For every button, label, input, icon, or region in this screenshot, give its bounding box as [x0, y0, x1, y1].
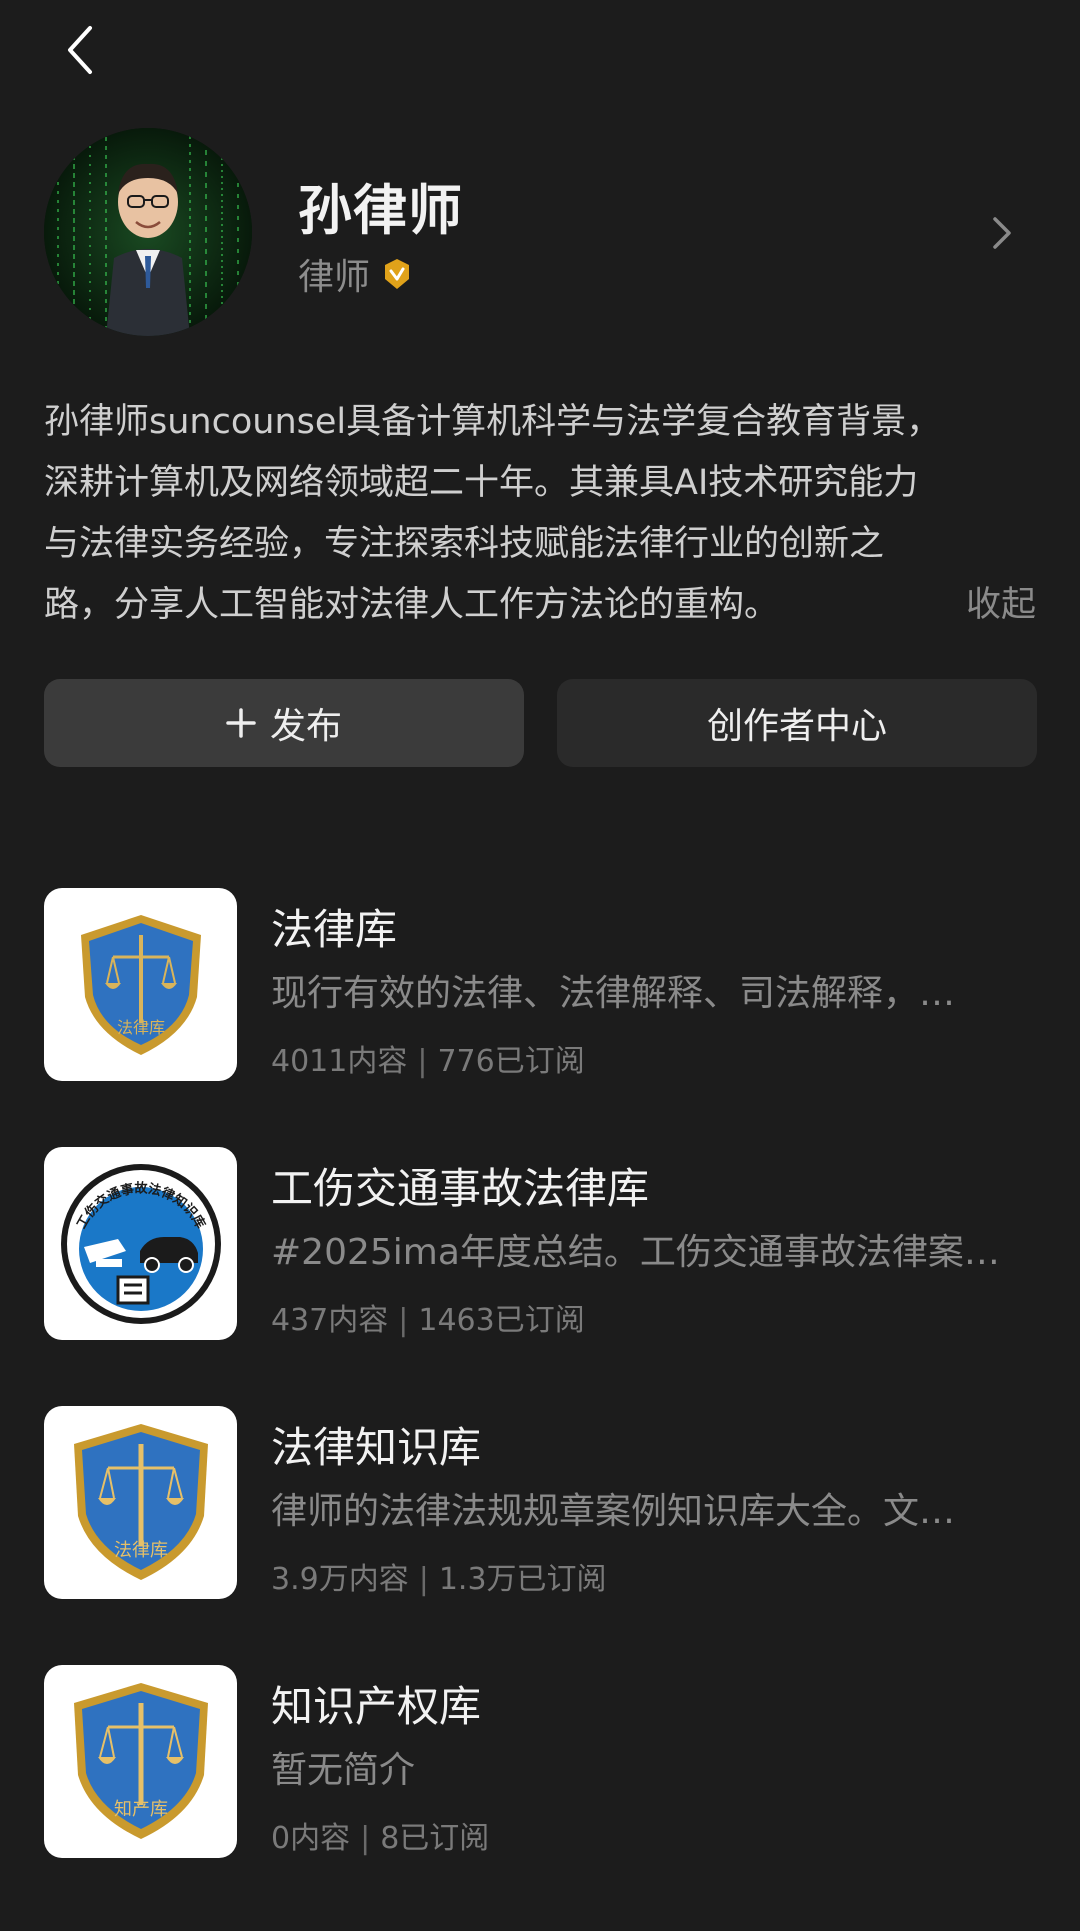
kb-title: 法律知识库: [271, 1423, 482, 1472]
kb-subscriber-count: 1.3万已订阅: [438, 1562, 607, 1597]
role-row: 律师: [298, 248, 414, 300]
kb-content-count: 4011内容: [271, 1044, 408, 1079]
chevron-right-icon[interactable]: [982, 208, 1022, 258]
list-item[interactable]: 知产库 知识产权库 暂无简介 0内容 | 8已订阅: [44, 1665, 1036, 1859]
kb-title: 法律库: [271, 905, 398, 954]
profile-role: 律师: [298, 257, 371, 298]
kb-description: 暂无简介: [271, 1750, 416, 1791]
list-item[interactable]: 法律库 法律库 现行有效的法律、法律解释、司法解释，… 4011内容 | 776已订…: [44, 888, 1036, 1082]
stats-separator: |: [418, 1562, 429, 1597]
back-button[interactable]: [50, 20, 110, 80]
creator-center-button[interactable]: 创作者中心: [557, 679, 1037, 767]
kb-subscriber-count: 1463已订阅: [418, 1303, 585, 1338]
verified-badge-icon: [385, 259, 410, 289]
shield-scales-icon: 知产库: [44, 1665, 237, 1858]
svg-text:法律库: 法律库: [114, 1540, 168, 1561]
stats-separator: |: [398, 1303, 409, 1338]
kb-title: 知识产权库: [271, 1682, 482, 1731]
creator-center-label: 创作者中心: [706, 706, 887, 747]
kb-stats: 437内容 | 1463已订阅: [271, 1295, 585, 1339]
avatar[interactable]: [44, 128, 252, 336]
shield-scales-icon: 法律库: [44, 888, 237, 1081]
traffic-injury-badge-icon: 工伤交通事故法律知识库: [44, 1147, 237, 1340]
stats-separator: |: [417, 1044, 428, 1079]
kb-subscriber-count: 776已订阅: [437, 1044, 585, 1079]
kb-stats: 3.9万内容 | 1.3万已订阅: [271, 1554, 607, 1598]
kb-content-count: 0内容: [271, 1821, 351, 1856]
bio-line: 路，分享人工智能对法律人工作方法论的重构。: [44, 585, 780, 625]
profile-bio: 孙律师suncounsel具备计算机科学与法学复合教育背景， 深耕计算机及网络领…: [44, 392, 1036, 636]
kb-stats: 4011内容 | 776已订阅: [271, 1036, 585, 1080]
bio-line: 与法律实务经验，专注探索科技赋能法律行业的创新之: [44, 524, 885, 564]
chevron-left-icon: [68, 26, 92, 74]
plus-icon: [226, 708, 256, 738]
list-item[interactable]: 法律库 法律知识库 律师的法律法规规章案例知识库大全。文… 3.9万内容 | 1.3…: [44, 1406, 1036, 1600]
kb-subscriber-count: 8已订阅: [380, 1821, 490, 1856]
kb-description: 现行有效的法律、法律解释、司法解释，…: [271, 973, 956, 1014]
kb-description: 律师的法律法规规章案例知识库大全。文…: [271, 1491, 956, 1532]
kb-description: #2025ima年度总结。工伤交通事故法律案…: [271, 1232, 1000, 1273]
svg-text:法律库: 法律库: [116, 1018, 164, 1037]
svg-text:知产库: 知产库: [114, 1799, 168, 1820]
shield-scales-icon: 法律库: [44, 1406, 237, 1599]
bio-line: 孙律师suncounsel具备计算机科学与法学复合教育背景，: [44, 402, 942, 442]
bio-line: 深耕计算机及网络领域超二十年。其兼具AI技术研究能力: [44, 463, 919, 503]
kb-content-count: 437内容: [271, 1303, 389, 1338]
collapse-bio-link[interactable]: 收起: [966, 575, 1036, 636]
kb-stats: 0内容 | 8已订阅: [271, 1813, 489, 1857]
profile-header[interactable]: 孙律师 律师: [44, 128, 1036, 338]
kb-title: 工伤交通事故法律库: [271, 1164, 650, 1213]
stats-separator: |: [360, 1821, 371, 1856]
profile-name: 孙律师: [298, 179, 463, 242]
publish-button[interactable]: 发布: [44, 679, 524, 767]
list-item[interactable]: 工伤交通事故法律知识库 工伤交通事故法律库 #2025ima年度总结。工伤交通事…: [44, 1147, 1036, 1341]
profile-page: 孙律师 律师 孙律师suncounsel具备计算机科学与法学复合教育背景， 深耕…: [0, 0, 1080, 1931]
publish-label: 发布: [269, 706, 342, 747]
kb-content-count: 3.9万内容: [271, 1562, 409, 1597]
